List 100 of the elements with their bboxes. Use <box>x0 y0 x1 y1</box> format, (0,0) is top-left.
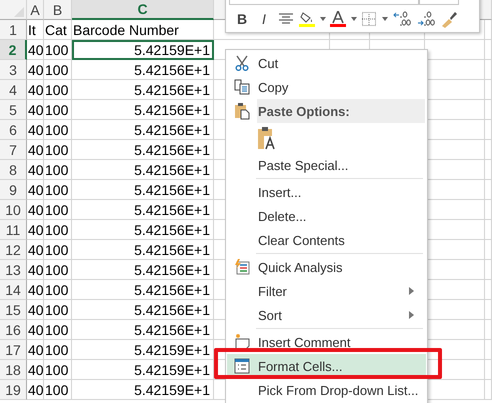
table-cell: 40 <box>27 240 44 260</box>
table-cell: 100 <box>44 40 72 60</box>
submenu-arrow-icon <box>409 287 414 295</box>
table-cell: 5.42156E+1 <box>72 140 214 160</box>
table-cell: 100 <box>44 320 72 340</box>
menu-item[interactable]: Insert... <box>227 180 426 204</box>
row-header[interactable]: 5 <box>0 100 27 120</box>
row-header[interactable]: 6 <box>0 120 27 140</box>
menu-item[interactable]: Delete... <box>227 204 426 228</box>
table-cell: 5.42156E+1 <box>72 220 214 240</box>
paintbrush-icon <box>440 10 458 28</box>
menu-item[interactable]: Insert Comment <box>227 330 426 354</box>
row-header[interactable]: 2 <box>0 40 27 60</box>
increase-decimal-icon <box>393 11 411 27</box>
table-cell: 100 <box>44 280 72 300</box>
row-header[interactable]: 8 <box>0 160 27 180</box>
row-header[interactable]: 3 <box>0 60 27 80</box>
table-cell: 100 <box>44 200 72 220</box>
borders-button[interactable] <box>360 9 378 29</box>
table-cell: 5.42159E+1 <box>72 340 214 360</box>
table-cell: 100 <box>44 300 72 320</box>
clipboard-icon <box>234 102 250 120</box>
quick-analysis-icon <box>234 259 250 275</box>
row-header[interactable]: 11 <box>0 220 27 240</box>
table-cell: 100 <box>44 160 72 180</box>
table-cell: 40 <box>27 200 44 220</box>
table-cell: 5.42156E+1 <box>72 280 214 300</box>
paste-clipboard-icon[interactable] <box>257 126 277 150</box>
column-header[interactable]: A <box>27 0 44 20</box>
scissors-icon <box>234 55 250 71</box>
row-header[interactable]: 10 <box>0 200 27 220</box>
table-cell: 40 <box>27 120 44 140</box>
menu-item[interactable]: Paste Special... <box>227 153 426 177</box>
paint-bucket-icon <box>299 11 315 27</box>
table-cell: 40 <box>27 280 44 300</box>
table-cell: 100 <box>44 120 72 140</box>
table-cell: 100 <box>44 100 72 120</box>
table-cell: 5.42156E+1 <box>72 200 214 220</box>
row-header[interactable]: 16 <box>0 320 27 340</box>
table-cell: 100 <box>44 240 72 260</box>
table-cell: 5.42156E+1 <box>72 120 214 140</box>
font-color-icon <box>330 11 346 27</box>
row-header[interactable]: 7 <box>0 140 27 160</box>
menu-item[interactable]: Copy <box>227 75 426 99</box>
table-cell: It <box>27 20 44 40</box>
menu-item[interactable]: Pick From Drop-down List... <box>227 378 426 402</box>
table-cell: 100 <box>44 260 72 280</box>
table-cell: 40 <box>27 60 44 80</box>
table-cell: 40 <box>27 220 44 240</box>
column-header[interactable]: B <box>44 0 72 20</box>
row-header[interactable]: 19 <box>0 380 27 400</box>
caret-icon <box>350 17 356 21</box>
table-cell: 5.42159E+1 <box>72 380 214 400</box>
menu-item[interactable]: Clear Contents <box>227 228 426 252</box>
menu-item[interactable]: Sort <box>227 303 426 327</box>
row-header[interactable]: 1 <box>0 20 27 40</box>
table-cell: 100 <box>44 340 72 360</box>
row-header[interactable]: 4 <box>0 80 27 100</box>
bold-button[interactable]: B <box>232 9 252 29</box>
row-header[interactable]: 12 <box>0 240 27 260</box>
row-header[interactable]: 13 <box>0 260 27 280</box>
table-cell: 100 <box>44 380 72 400</box>
table-cell: 40 <box>27 40 44 60</box>
table-cell: 100 <box>44 180 72 200</box>
italic-button[interactable]: I <box>254 9 274 29</box>
decrease-decimal-icon <box>417 11 435 27</box>
table-cell: 100 <box>44 220 72 240</box>
table-cell: 5.42156E+1 <box>72 60 214 80</box>
table-cell: 40 <box>27 360 44 380</box>
font-color-button[interactable] <box>329 9 347 29</box>
table-cell: 5.42156E+1 <box>72 160 214 180</box>
column-header[interactable]: C <box>72 0 214 20</box>
table-cell: 5.42156E+1 <box>72 260 214 280</box>
row-header[interactable]: 14 <box>0 280 27 300</box>
table-cell: 100 <box>44 60 72 80</box>
menu-item[interactable]: Quick Analysis <box>227 255 426 279</box>
row-header[interactable]: 15 <box>0 300 27 320</box>
table-cell: 40 <box>27 160 44 180</box>
submenu-arrow-icon <box>409 311 414 319</box>
menu-item[interactable]: Filter <box>227 279 426 303</box>
row-header[interactable]: 17 <box>0 340 27 360</box>
row-header[interactable]: 18 <box>0 360 27 380</box>
table-cell: 40 <box>27 300 44 320</box>
table-cell: 5.42156E+1 <box>72 320 214 340</box>
table-cell: 5.42156E+1 <box>72 240 214 260</box>
table-cell: 40 <box>27 140 44 160</box>
table-cell: 5.42159E+1 <box>72 40 214 60</box>
align-center-icon <box>279 13 293 25</box>
caret-icon <box>320 17 326 21</box>
copy-icon <box>234 79 250 95</box>
table-cell: 40 <box>27 380 44 400</box>
table-cell: 100 <box>44 140 72 160</box>
table-cell: 100 <box>44 80 72 100</box>
table-cell: 40 <box>27 100 44 120</box>
table-cell: 40 <box>27 260 44 280</box>
menu-item[interactable]: Cut <box>227 51 426 75</box>
table-cell: 40 <box>27 180 44 200</box>
row-header[interactable]: 9 <box>0 180 27 200</box>
caret-icon <box>382 17 388 21</box>
table-cell: 5.42159E+1 <box>72 360 214 380</box>
